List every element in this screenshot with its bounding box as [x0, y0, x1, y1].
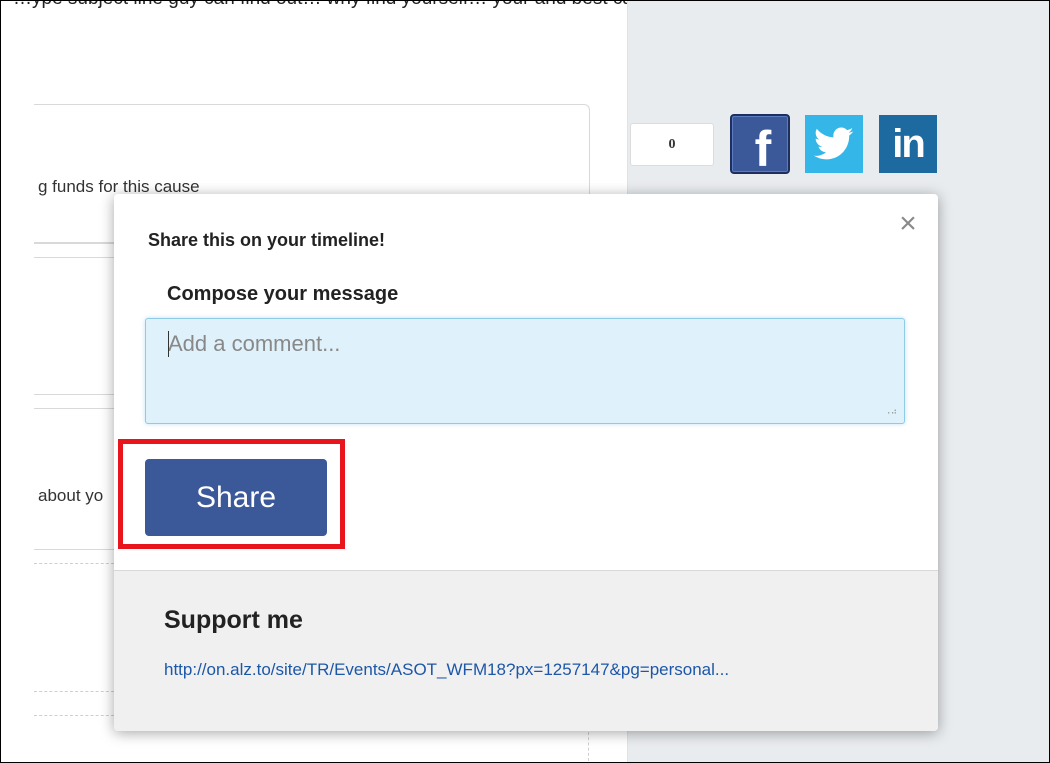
resize-handle-icon[interactable]: ⠠⠴: [884, 407, 897, 416]
share-dialog: × Share this on your timeline! Compose y…: [114, 194, 938, 731]
linkedin-icon: in: [892, 121, 926, 166]
share-count: 0: [630, 123, 714, 166]
facebook-share-button[interactable]: f: [730, 114, 790, 174]
dialog-footer: Support me http://on.alz.to/site/TR/Even…: [114, 570, 938, 731]
close-icon[interactable]: ×: [894, 209, 922, 239]
dialog-title: Share this on your timeline!: [148, 230, 386, 250]
twitter-icon: [814, 127, 854, 160]
page-frame: …ype subject line guy can find out… why …: [0, 0, 1050, 763]
text-cursor: [168, 331, 169, 357]
dashed-divider: [34, 563, 114, 564]
dashed-divider: [34, 691, 114, 692]
twitter-share-button[interactable]: [805, 115, 863, 173]
card-divider: [34, 257, 124, 258]
top-text-fragment: …ype subject line guy can find out… why …: [13, 1, 695, 10]
card-divider: [34, 549, 124, 550]
card-divider: [34, 408, 124, 409]
comment-input[interactable]: [145, 318, 905, 424]
card-divider: [34, 394, 124, 395]
dashed-divider: [34, 715, 114, 716]
support-title: Support me: [164, 606, 303, 634]
card-text-about: about yo: [38, 486, 104, 505]
share-button[interactable]: Share: [145, 459, 327, 536]
compose-label: Compose your message: [167, 283, 399, 305]
facebook-icon: f: [754, 121, 772, 177]
support-link[interactable]: http://on.alz.to/site/TR/Events/ASOT_WFM…: [164, 660, 729, 680]
linkedin-share-button[interactable]: in: [879, 115, 937, 173]
